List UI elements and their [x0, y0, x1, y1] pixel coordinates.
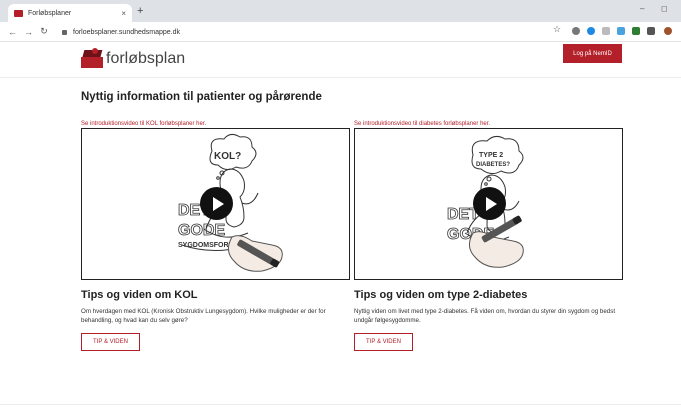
back-icon[interactable]: ←: [8, 27, 17, 37]
lock-icon: [62, 29, 67, 35]
video-caption: Se introduktionsvideo til diabetes forlø…: [354, 121, 491, 127]
url-text: forloebsplaner.sundhedsmappe.dk: [73, 28, 181, 36]
browser-tab-strip: Forløbsplaner × + – ◻: [0, 0, 681, 22]
address-bar[interactable]: forloebsplaner.sundhedsmappe.dk: [62, 25, 532, 39]
bookmark-star-icon[interactable]: ☆: [553, 24, 561, 34]
footer-divider: [0, 404, 681, 405]
site-header: forløbsplan Log på NemID: [0, 42, 681, 78]
card-description: Nyttig viden om livet med type 2-diabete…: [354, 308, 616, 324]
video-bubble-text: KOL?: [214, 151, 241, 162]
hand-with-marker-icon: [228, 235, 283, 272]
new-tab-icon[interactable]: +: [137, 5, 143, 17]
logo-text: forløbsplan: [106, 50, 186, 67]
extension-icon[interactable]: [647, 27, 655, 35]
favicon-icon: [14, 9, 23, 17]
browser-toolbar: ← → ↻ forloebsplaner.sundhedsmappe.dk ☆: [0, 22, 681, 42]
forward-icon[interactable]: →: [24, 27, 33, 37]
play-button-icon[interactable]: [200, 187, 233, 220]
minimize-icon[interactable]: –: [640, 4, 644, 13]
profile-avatar-icon[interactable]: [664, 27, 672, 35]
nemid-login-button[interactable]: Log på NemID: [563, 44, 622, 63]
info-card-kol: Se introduktionsvideo til KOL forløbspla…: [81, 120, 350, 351]
tips-and-info-button[interactable]: TIP & VIDEN: [354, 333, 413, 351]
site-logo[interactable]: forløbsplan: [81, 48, 185, 68]
tips-and-info-button[interactable]: TIP & VIDEN: [81, 333, 140, 351]
video-board-text: GODE: [178, 222, 225, 239]
extension-icon[interactable]: [632, 27, 640, 35]
tab-title: Forløbsplaner: [28, 9, 72, 17]
video-player[interactable]: TYPE 2 DIABETES? DET GODE: [354, 128, 623, 280]
extension-icon[interactable]: [617, 27, 625, 35]
card-title: Tips og viden om KOL: [81, 289, 198, 301]
info-card-diabetes: Se introduktionsvideo til diabetes forlø…: [354, 120, 623, 351]
browser-tab[interactable]: Forløbsplaner ×: [8, 4, 132, 22]
video-player[interactable]: KOL? DET GODE SYGDOMSFORL: [81, 128, 350, 280]
close-tab-icon[interactable]: ×: [121, 9, 126, 18]
video-caption: Se introduktionsvideo til KOL forløbspla…: [81, 121, 207, 127]
extension-icon[interactable]: [602, 27, 610, 35]
skype-icon[interactable]: [587, 27, 595, 35]
video-board-text: SYGDOMSFORL: [178, 242, 234, 249]
card-title: Tips og viden om type 2-diabetes: [354, 289, 528, 301]
extension-icon[interactable]: [572, 27, 580, 35]
card-description: Om hverdagen med KOL (Kronisk Obstruktiv…: [81, 308, 326, 324]
folder-logo-icon: [81, 48, 103, 68]
play-button-icon[interactable]: [473, 187, 506, 220]
video-bubble-text: TYPE 2: [479, 152, 503, 159]
reload-icon[interactable]: ↻: [40, 26, 48, 37]
restore-icon[interactable]: ◻: [661, 4, 668, 13]
page-title: Nyttig information til patienter og pårø…: [81, 91, 322, 103]
video-bubble-text: DIABETES?: [476, 162, 510, 168]
